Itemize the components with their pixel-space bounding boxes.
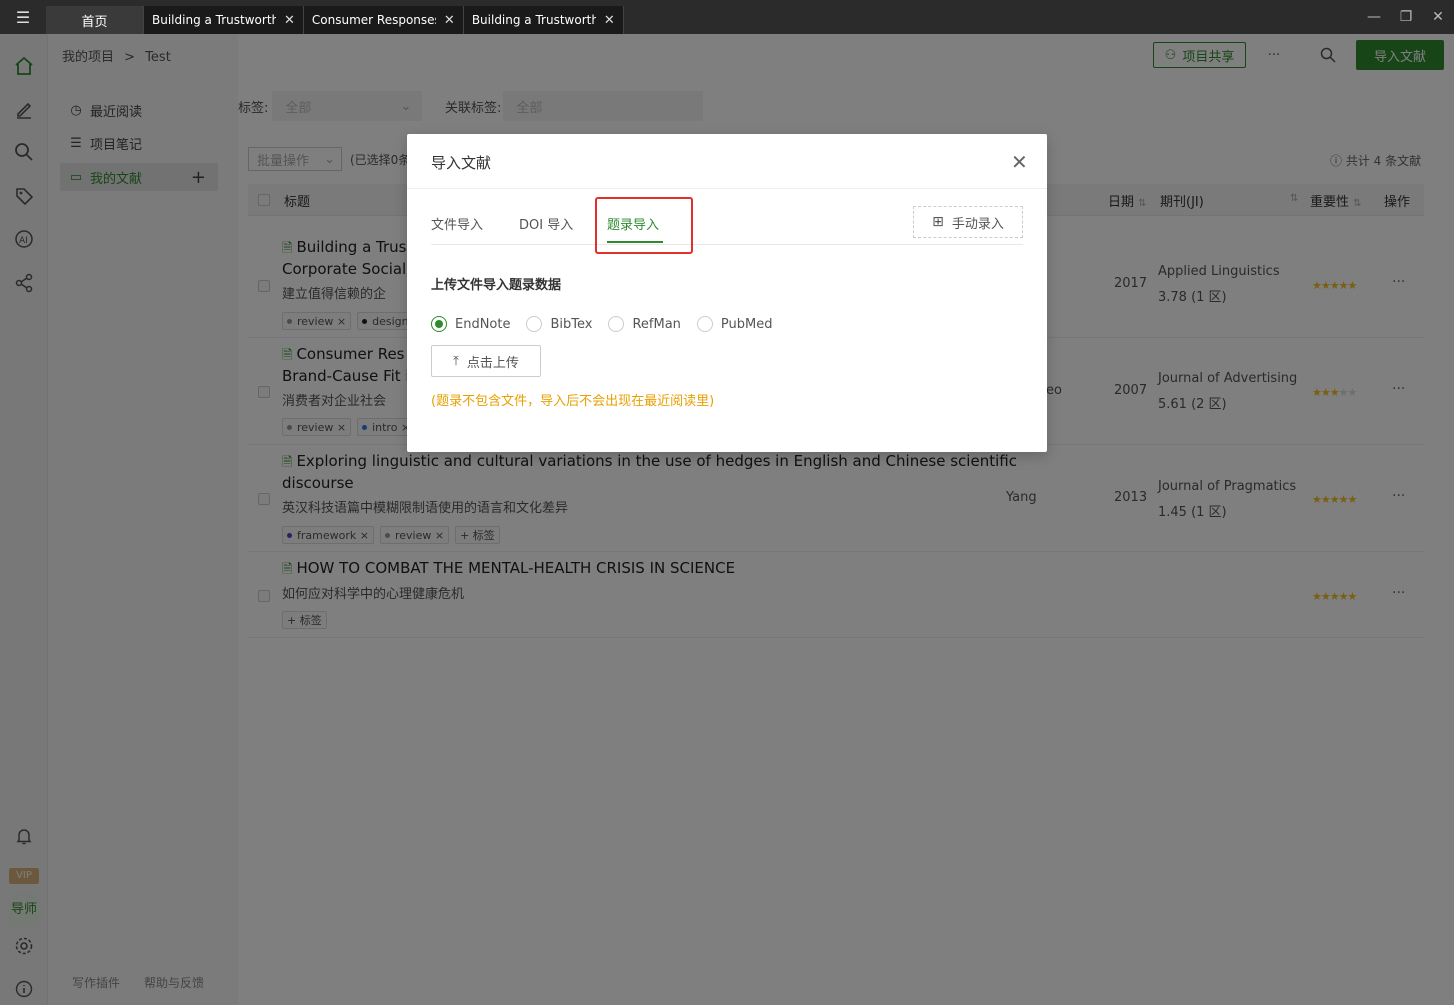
highlight-box [595, 197, 693, 254]
tab-file-import[interactable]: 文件导入 [431, 214, 483, 233]
upload-icon: ⤒ [453, 353, 459, 369]
close-tab-icon[interactable]: ✕ [444, 13, 455, 28]
radio-label: BibTex [550, 316, 593, 332]
dialog-title: 导入文献 [431, 154, 492, 172]
radio-circle [696, 316, 713, 332]
close-window-icon[interactable]: ✕ [1422, 9, 1454, 25]
close-tab-icon[interactable]: ✕ [604, 13, 615, 28]
radio-refman[interactable]: RefMan [608, 316, 681, 332]
window-controls: — ❐ ✕ [1358, 9, 1454, 25]
tab-doi-import[interactable]: DOI 导入 [519, 214, 573, 233]
dialog-header: 导入文献 ✕ [407, 134, 1047, 189]
format-radio-group: EndNote BibTex RefMan PubMed [431, 316, 773, 332]
radio-circle [608, 316, 625, 332]
radio-pubmed[interactable]: PubMed [696, 316, 773, 332]
import-papers-dialog: 导入文献 ✕ 文件导入 DOI 导入 题录导入 ⊞ 手动录入 上传文件导入题录数据… [407, 134, 1047, 452]
restore-icon[interactable]: ❐ [1390, 9, 1422, 25]
tab-paper-1[interactable]: Building a Trustworth... ✕ [144, 6, 304, 34]
tab-label: Building a Trustworth... [152, 13, 276, 27]
title-bar: ☰ 首页 Building a Trustworth... ✕ Consumer … [0, 0, 1454, 34]
close-tab-icon[interactable]: ✕ [284, 13, 295, 28]
minimize-icon[interactable]: — [1358, 9, 1390, 25]
tab-label: 首页 [81, 14, 108, 30]
radio-circle [431, 316, 447, 332]
import-warning: (题录不包含文件，导入后不会出现在最近阅读里) [431, 394, 715, 409]
radio-label: PubMed [720, 316, 773, 332]
manual-entry-label: 手动录入 [951, 216, 1004, 232]
tab-paper-3[interactable]: Building a Trustworth... ✕ [463, 6, 624, 34]
radio-endnote[interactable]: EndNote [431, 316, 510, 332]
plus-square-icon: ⊞ [932, 214, 944, 230]
section-title: 上传文件导入题录数据 [431, 278, 562, 293]
upload-button[interactable]: ⤒ 点击上传 [431, 345, 541, 377]
close-icon[interactable]: ✕ [1011, 150, 1028, 174]
radio-label: RefMan [632, 316, 681, 332]
tab-label: Consumer Responses... [311, 13, 436, 27]
manual-entry-button[interactable]: ⊞ 手动录入 [913, 206, 1023, 238]
tab-divider [431, 244, 1023, 245]
radio-circle [526, 316, 543, 332]
menu-icon[interactable]: ☰ [0, 0, 46, 34]
tab-label: Building a Trustworth... [471, 13, 596, 27]
tab-paper-2[interactable]: Consumer Responses... ✕ [303, 6, 464, 34]
radio-label: EndNote [455, 316, 511, 332]
radio-bibtex[interactable]: BibTex [526, 316, 592, 332]
upload-label: 点击上传 [466, 355, 519, 371]
tab-home[interactable]: 首页 [46, 6, 144, 34]
